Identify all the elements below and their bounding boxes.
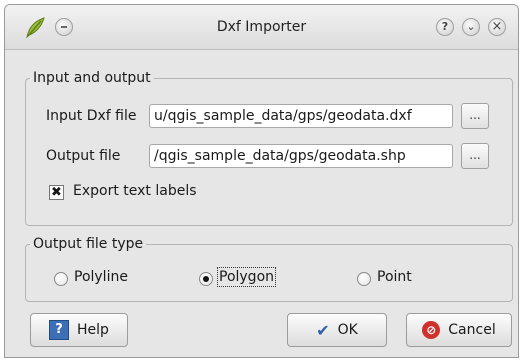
polyline-radio[interactable] bbox=[54, 272, 68, 286]
input-dxf-label: Input Dxf file bbox=[46, 108, 137, 124]
polygon-radio[interactable] bbox=[199, 272, 213, 286]
ok-button[interactable]: ✔ OK bbox=[287, 313, 387, 347]
cancel-button[interactable]: ⊘ Cancel bbox=[406, 313, 512, 347]
window-minimize-button[interactable]: ⌄ bbox=[462, 18, 480, 36]
cancel-button-label: Cancel bbox=[448, 322, 496, 338]
help-button[interactable]: ? Help bbox=[30, 313, 128, 347]
point-radio[interactable] bbox=[357, 272, 371, 286]
window-close-button[interactable]: × bbox=[488, 18, 506, 36]
polygon-label: Polygon bbox=[216, 267, 277, 287]
export-text-labels-checkbox[interactable]: ✖ bbox=[49, 185, 64, 200]
input-dxf-field[interactable]: u/qgis_sample_data/gps/geodata.dxf bbox=[149, 104, 453, 128]
output-file-field[interactable]: /qgis_sample_data/gps/geodata.shp bbox=[149, 144, 453, 168]
polyline-label: Polyline bbox=[74, 269, 128, 285]
point-label: Point bbox=[377, 269, 412, 285]
export-text-labels-label: Export text labels bbox=[73, 183, 197, 199]
input-browse-button[interactable]: ... bbox=[461, 103, 489, 129]
output-file-label: Output file bbox=[46, 148, 121, 164]
input-output-legend: Input and output bbox=[33, 70, 151, 86]
checkmark-icon: ✔ bbox=[316, 320, 330, 340]
title-bar: Dxf Importer ? ⌄ × bbox=[5, 5, 518, 50]
output-type-legend: Output file type bbox=[33, 236, 144, 252]
help-button-label: Help bbox=[77, 322, 109, 338]
window-help-button[interactable]: ? bbox=[436, 18, 454, 36]
help-book-icon: ? bbox=[49, 320, 70, 340]
ok-button-label: OK bbox=[337, 322, 358, 338]
output-browse-button[interactable]: ... bbox=[461, 143, 489, 169]
cancel-icon: ⊘ bbox=[422, 321, 441, 339]
